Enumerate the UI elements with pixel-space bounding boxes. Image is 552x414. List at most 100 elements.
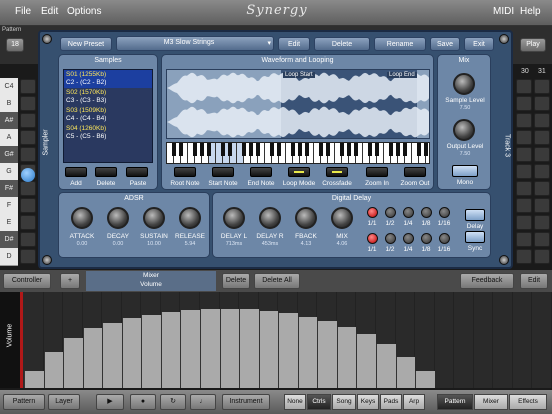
volume-column[interactable]	[513, 292, 533, 388]
black-key[interactable]	[389, 143, 393, 156]
black-key[interactable]	[417, 143, 421, 156]
view-segment[interactable]: None	[284, 394, 306, 410]
delay-sync-led[interactable]	[385, 233, 396, 244]
black-key[interactable]	[200, 143, 204, 156]
grid-cell[interactable]	[20, 113, 36, 128]
controller-button[interactable]: Controller	[3, 273, 51, 289]
rename-preset-button[interactable]: Rename	[374, 37, 426, 51]
add-controller-button[interactable]: +	[60, 273, 80, 289]
play-button[interactable]: Play	[520, 38, 546, 52]
grid-cell[interactable]	[20, 215, 36, 230]
black-key[interactable]	[368, 143, 372, 156]
grid-cell[interactable]	[516, 96, 532, 111]
volume-column[interactable]	[435, 292, 455, 388]
loop-end-marker[interactable]: Loop End	[387, 72, 417, 78]
black-key[interactable]	[354, 143, 358, 156]
grid-cell[interactable]	[516, 215, 532, 230]
view-segment[interactable]: Keys	[357, 394, 379, 410]
view-segment[interactable]: Pads	[380, 394, 402, 410]
black-key[interactable]	[256, 143, 260, 156]
sample-list[interactable]: S01 (1255Kb) C2 - (C2 - B2) S02 (1570Kb) C3…	[63, 69, 153, 163]
grid-cell[interactable]	[20, 249, 36, 264]
sync-toggle[interactable]	[465, 231, 485, 243]
black-key[interactable]	[403, 143, 407, 156]
instrument-button[interactable]: Instrument	[222, 394, 270, 410]
delay-sync-led[interactable]	[439, 233, 450, 244]
waveform-display[interactable]: Loop Start Loop End	[166, 69, 430, 139]
delay-knob[interactable]	[295, 207, 317, 229]
output-level-knob[interactable]	[453, 119, 475, 141]
grid-cell[interactable]	[516, 113, 532, 128]
preset-select[interactable]: M3 Slow Strings ▾	[116, 36, 274, 51]
delete-sample-button[interactable]	[95, 167, 117, 177]
grid-cell[interactable]	[534, 147, 550, 162]
black-key[interactable]	[375, 143, 379, 156]
new-preset-button[interactable]: New Preset	[60, 37, 112, 51]
black-key[interactable]	[326, 143, 330, 156]
grid-cell[interactable]	[534, 164, 550, 179]
volume-column[interactable]	[532, 292, 552, 388]
delay-sync-led[interactable]	[403, 233, 414, 244]
grid-cell[interactable]	[516, 164, 532, 179]
menu-edit[interactable]: Edit	[41, 6, 58, 17]
grid-cell[interactable]	[534, 79, 550, 94]
adsr-knob[interactable]	[71, 207, 93, 229]
layer-button[interactable]: Layer	[48, 394, 80, 410]
grid-cell[interactable]	[516, 249, 532, 264]
grid-cell[interactable]	[20, 79, 36, 94]
delay-knob[interactable]	[223, 207, 245, 229]
volume-column[interactable]	[454, 292, 474, 388]
play-icon[interactable]: ▶	[96, 394, 124, 410]
black-key[interactable]	[347, 143, 351, 156]
grid-cell[interactable]	[20, 198, 36, 213]
menu-midi[interactable]: MIDI	[493, 6, 514, 17]
delay-sync-led[interactable]	[367, 233, 378, 244]
grid-cell[interactable]	[20, 130, 36, 145]
delay-sync-led[interactable]	[421, 207, 432, 218]
view-segment[interactable]: Arp	[403, 394, 425, 410]
volume-column[interactable]	[474, 292, 494, 388]
grid-cell[interactable]	[534, 113, 550, 128]
grid-cell[interactable]	[516, 198, 532, 213]
grid-cell[interactable]	[534, 249, 550, 264]
edit-preset-button[interactable]: Edit	[278, 37, 310, 51]
grid-cell[interactable]	[516, 130, 532, 145]
black-key[interactable]	[179, 143, 183, 156]
grid-cell[interactable]	[534, 215, 550, 230]
black-key[interactable]	[172, 143, 176, 156]
sample-level-knob[interactable]	[453, 73, 475, 95]
loop-icon[interactable]: ↻	[160, 394, 186, 410]
loop-start-marker[interactable]: Loop Start	[283, 72, 315, 78]
note-on-dot[interactable]	[21, 168, 35, 182]
delay-knob[interactable]	[259, 207, 281, 229]
sample-list-item[interactable]: S02 (1570Kb) C3 - (C3 - B3)	[64, 88, 152, 106]
wave-button[interactable]	[212, 167, 234, 177]
exit-sampler-button[interactable]: Exit	[464, 37, 494, 51]
black-key[interactable]	[270, 143, 274, 156]
black-key[interactable]	[277, 143, 281, 156]
metronome-icon[interactable]: ♩	[190, 394, 216, 410]
adsr-knob[interactable]	[179, 207, 201, 229]
black-key[interactable]	[207, 143, 211, 156]
paste-sample-button[interactable]	[126, 167, 148, 177]
delay-sync-led[interactable]	[403, 207, 414, 218]
grid-cell[interactable]	[20, 232, 36, 247]
wave-button[interactable]	[366, 167, 388, 177]
sample-list-item[interactable]: S04 (1260Kb) C5 - (C5 - B6)	[64, 124, 152, 142]
black-key[interactable]	[298, 143, 302, 156]
grid-cell[interactable]	[534, 96, 550, 111]
grid-cell[interactable]	[534, 232, 550, 247]
black-key[interactable]	[319, 143, 323, 156]
black-key[interactable]	[291, 143, 295, 156]
delay-toggle[interactable]	[465, 209, 485, 221]
delay-sync-led[interactable]	[439, 207, 450, 218]
adsr-knob[interactable]	[143, 207, 165, 229]
volume-column[interactable]	[493, 292, 513, 388]
grid-cell[interactable]	[516, 232, 532, 247]
black-key[interactable]	[242, 143, 246, 156]
record-icon[interactable]: ●	[130, 394, 156, 410]
black-key[interactable]	[249, 143, 253, 156]
feedback-button[interactable]: Feedback	[460, 273, 514, 289]
black-key[interactable]	[340, 143, 344, 156]
grid-cell[interactable]	[534, 181, 550, 196]
